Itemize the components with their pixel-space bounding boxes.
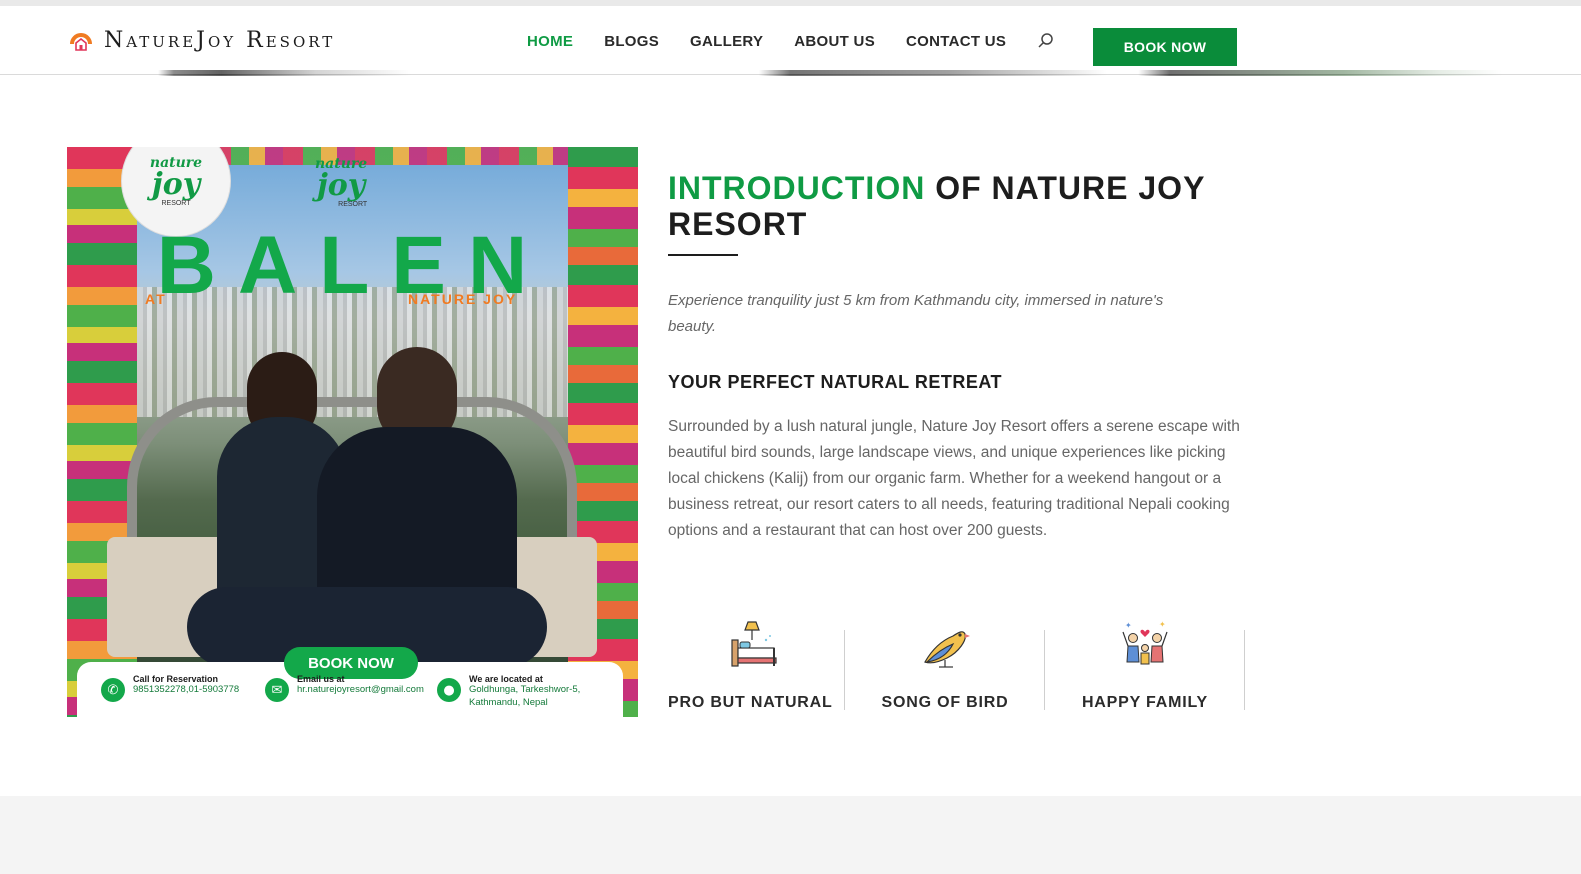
intro-heading-highlight: INTRODUCTION <box>668 170 926 206</box>
logo-text: NatureJoy Resort <box>104 28 336 53</box>
svg-text:✦: ✦ <box>1125 621 1132 630</box>
nav-about-us[interactable]: ABOUT US <box>794 33 875 50</box>
promo-poster-image: nature joy RESORT nature joy RESORT BALE… <box>67 147 638 717</box>
nav-home[interactable]: HOME <box>527 33 573 50</box>
poster-brand-main: joy <box>151 166 201 202</box>
feature-song-of-bird: SONG OF BIRD <box>845 614 1045 714</box>
intro-heading: INTRODUCTION OF NATURE JOY RESORT <box>668 170 1258 242</box>
family-icon: ✦ ✦ <box>1119 618 1171 670</box>
nav-gallery[interactable]: GALLERY <box>690 33 763 50</box>
poster-location-line-2: Kathmandu, Nepal <box>469 696 548 708</box>
book-now-button[interactable]: BOOK NOW <box>1093 28 1237 66</box>
poster-email-value: hr.naturejoyresort@gmail.com <box>297 684 424 695</box>
poster-location-line-1: Goldhunga, Tarkeshwor-5, <box>469 684 581 695</box>
hero-image-edge <box>0 70 1581 76</box>
poster-email-label: Email us at <box>297 674 345 684</box>
poster-brand-main-2: joy <box>316 168 366 203</box>
feature-happy-family: ✦ ✦ HAPPY FAMILY <box>1045 614 1245 714</box>
main-nav: HOME BLOGS GALLERY ABOUT US CONTACT US <box>527 32 1055 50</box>
poster-email-info: ✉ Email us at hr.naturejoyresort@gmail.c… <box>265 674 424 702</box>
bed-lamp-icon <box>728 618 780 670</box>
mail-icon: ✉ <box>265 678 289 702</box>
nav-blogs[interactable]: BLOGS <box>604 33 659 50</box>
poster-location-label: We are located at <box>469 674 543 684</box>
retreat-subheading: YOUR PERFECT NATURAL RETREAT <box>668 372 1003 392</box>
poster-call-value: 9851352278,01-5903778 <box>133 684 240 695</box>
feature-label-happy-family: HAPPY FAMILY <box>1081 694 1209 711</box>
feature-pro-but-natural: PRO BUT NATURAL <box>668 614 845 714</box>
phone-icon: ✆ <box>101 678 125 702</box>
poster-at-left: AT <box>145 291 167 307</box>
site-header: NatureJoy Resort HOME BLOGS GALLERY ABOU… <box>0 6 1581 75</box>
bird-icon <box>919 618 971 670</box>
logo-house-icon <box>70 30 92 52</box>
poster-call-label: Call for Reservation <box>133 674 219 684</box>
features-row: PRO BUT NATURAL SONG OF BIRD ✦ ✦ HAPPY F… <box>668 614 1245 714</box>
poster-at-right: NATURE JOY <box>408 291 518 307</box>
feature-label-song-of-bird: SONG OF BIRD <box>881 694 1009 711</box>
heading-underline <box>668 254 738 256</box>
feature-label-pro-but-natural: PRO BUT NATURAL <box>668 694 833 711</box>
intro-lead: Experience tranquility just 5 km from Ka… <box>668 292 1164 335</box>
intro-body: Surrounded by a lush natural jungle, Nat… <box>668 418 1240 539</box>
search-icon[interactable] <box>1037 32 1055 50</box>
next-section-band <box>0 796 1581 874</box>
svg-text:✦: ✦ <box>1159 620 1166 629</box>
poster-location-info: ● We are located at Goldhunga, Tarkeshwo… <box>437 674 580 710</box>
site-logo[interactable]: NatureJoy Resort <box>70 28 335 53</box>
poster-call-info: ✆ Call for Reservation 9851352278,01-590… <box>101 674 239 702</box>
poster-logo-secondary: nature joy RESORT <box>315 157 367 208</box>
nav-contact-us[interactable]: CONTACT US <box>906 33 1006 50</box>
location-pin-icon: ● <box>437 678 461 702</box>
feature-divider <box>1244 630 1245 710</box>
